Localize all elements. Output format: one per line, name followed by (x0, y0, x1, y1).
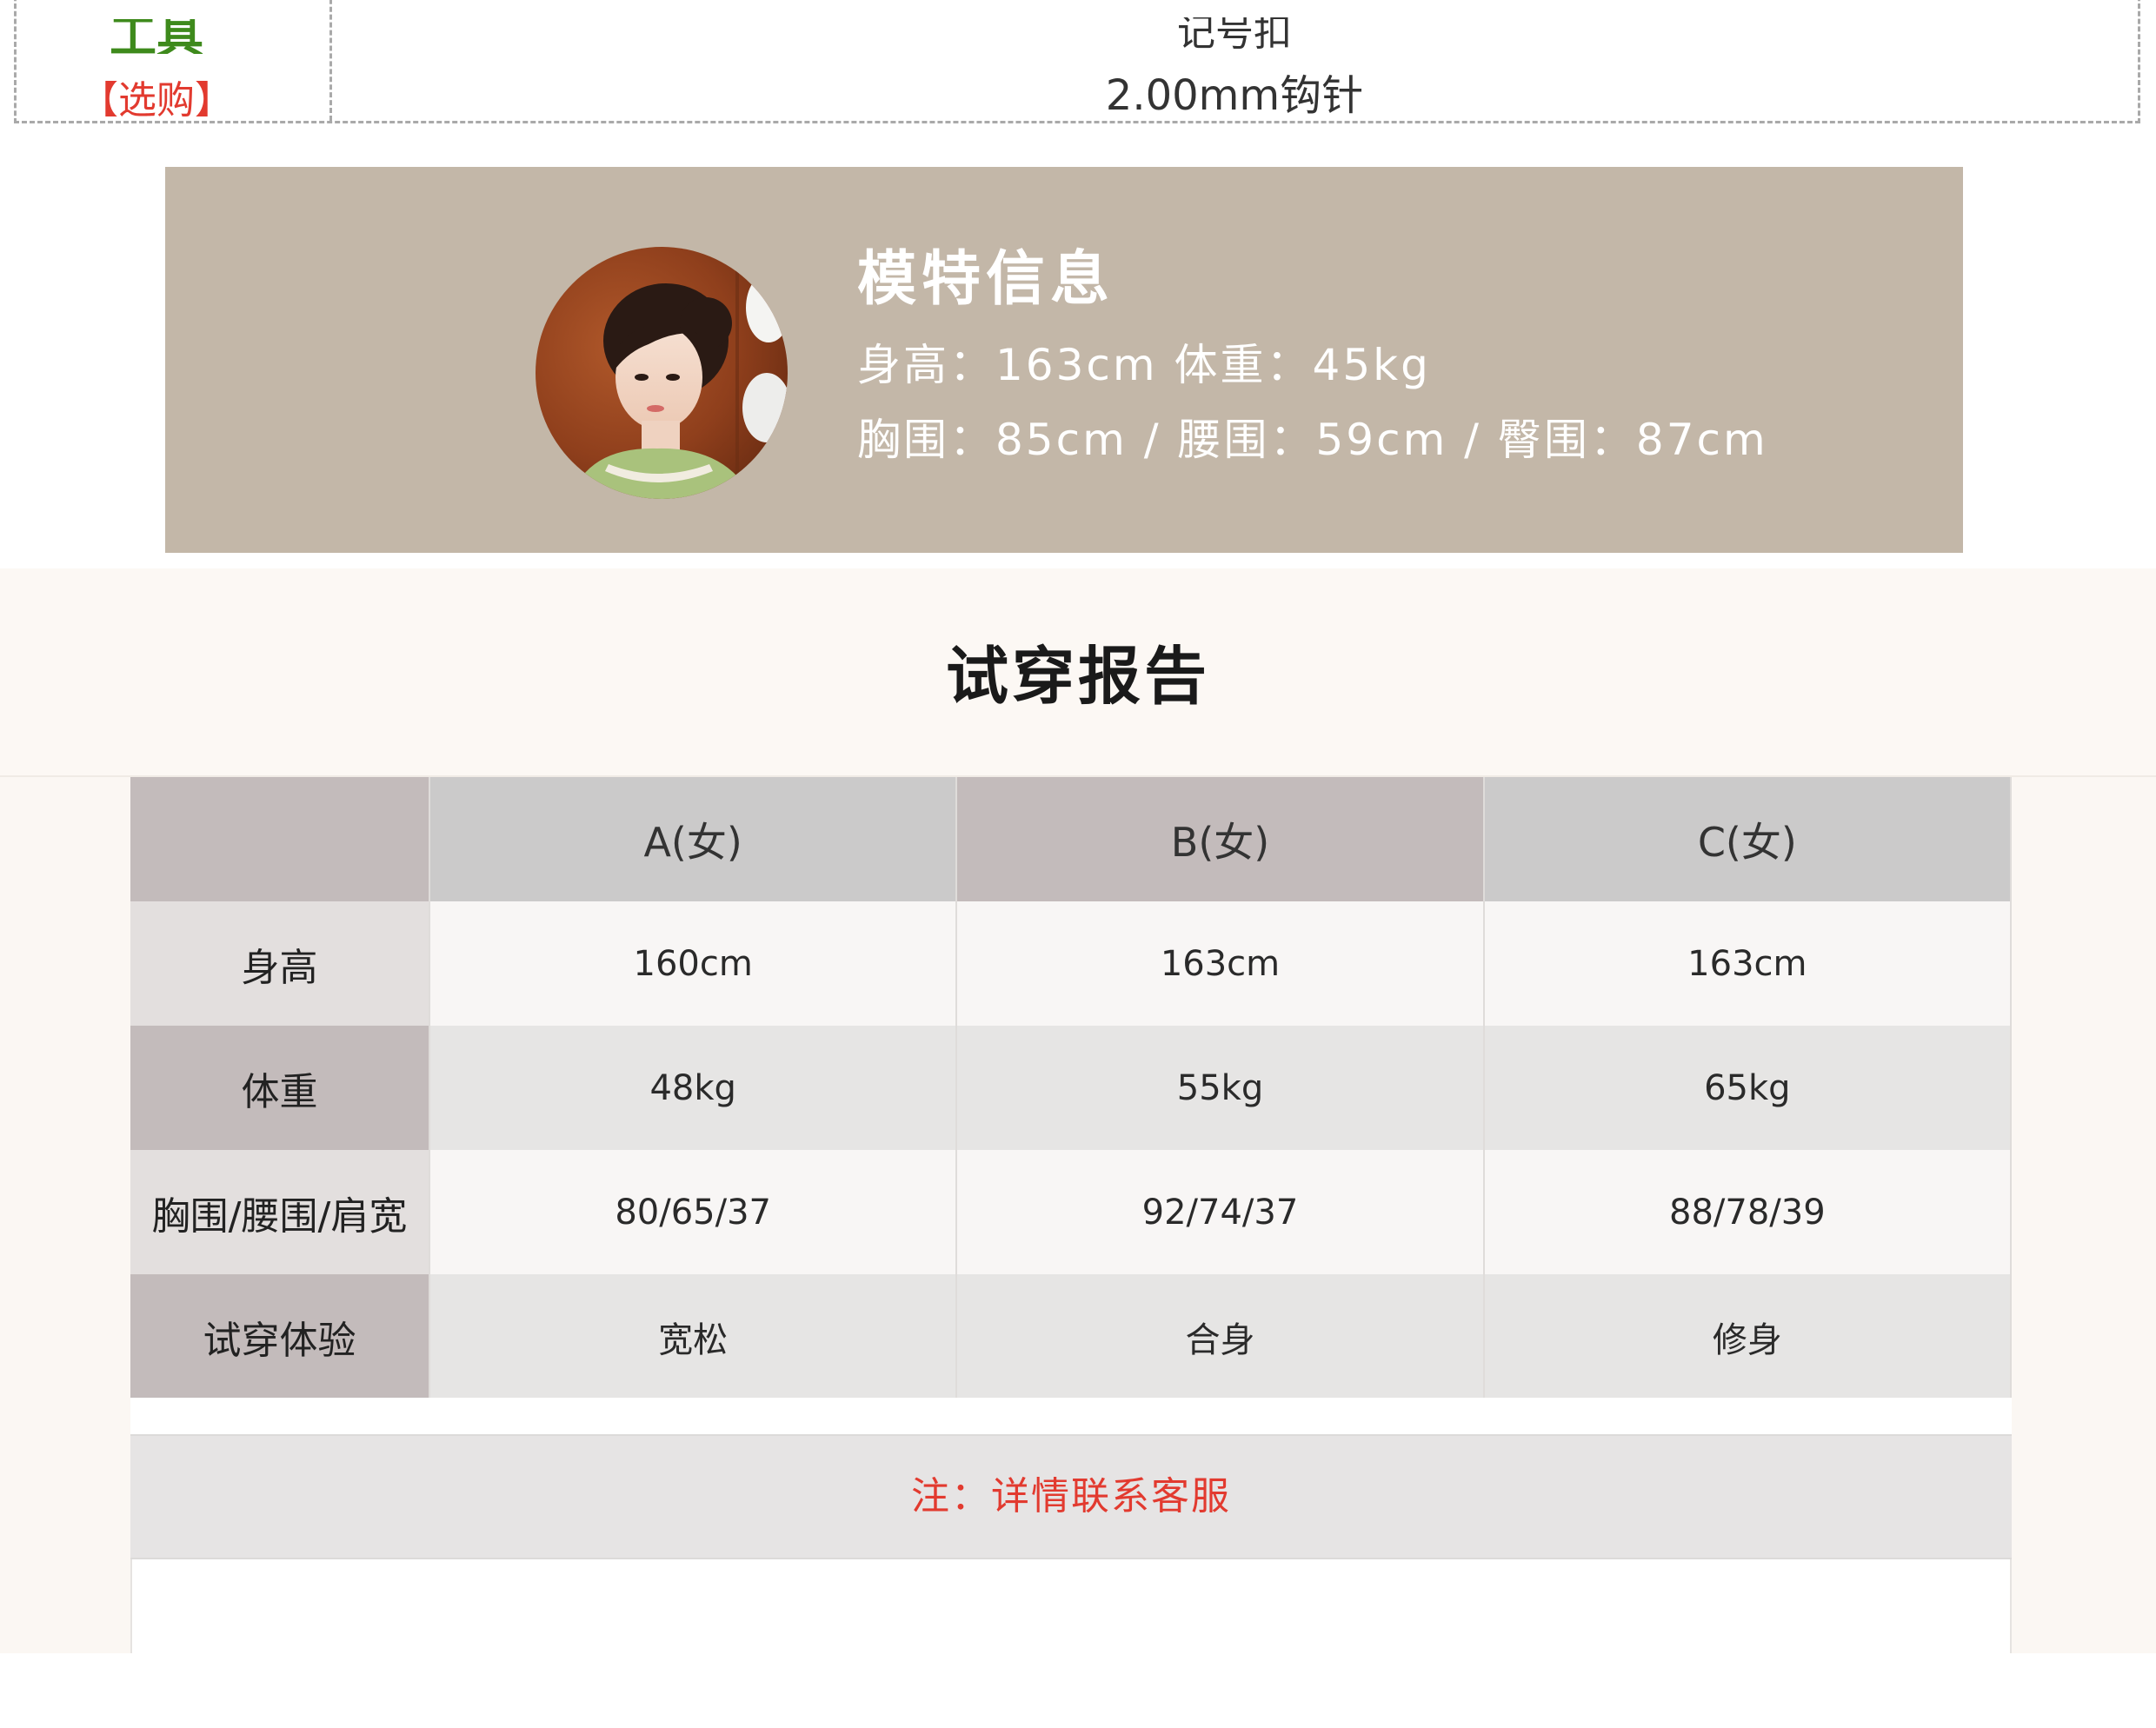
tools-item-marker: 记号扣 (1177, 17, 1292, 49)
table-row: 试穿体验 宽松 合身 修身 (130, 1274, 2013, 1399)
table-header-c: C(女) (1483, 777, 2013, 901)
contact-note: 注：详情联系客服 (130, 1434, 2012, 1559)
table-cell: 48kg (429, 1026, 958, 1150)
model-measurements: 胸围：85cm / 腰围：59cm / 臀围：87cm (857, 415, 1768, 465)
table-cell: 80/65/37 (429, 1150, 958, 1274)
table-header-row: A(女) B(女) C(女) (130, 777, 2013, 901)
table-cell: 合身 (956, 1274, 1485, 1399)
table-cell: 宽松 (429, 1274, 958, 1399)
row-label-fit: 试穿体验 (130, 1274, 430, 1399)
table-cell: 65kg (1483, 1026, 2013, 1150)
model-avatar (536, 247, 788, 499)
model-info-title: 模特信息 (857, 245, 1115, 314)
table-cell: 160cm (429, 901, 958, 1026)
table-cell: 92/74/37 (956, 1150, 1485, 1274)
tools-title: 工具 (110, 19, 203, 54)
table-row: 身高 160cm 163cm 163cm (130, 901, 2013, 1026)
model-height-weight: 身高：163cm 体重：45kg (857, 340, 1431, 390)
table-row: 体重 48kg 55kg 65kg (130, 1026, 2013, 1150)
table-header-corner (130, 777, 430, 901)
table-header-a: A(女) (429, 777, 958, 901)
table-cell: 修身 (1483, 1274, 2013, 1399)
page-footer-space (0, 1653, 2156, 1728)
fitting-report-table: A(女) B(女) C(女) 身高 160cm 163cm 163cm 体重 4… (130, 777, 2013, 1399)
table-cell: 55kg (956, 1026, 1485, 1150)
report-title: 试穿报告 (945, 640, 1210, 713)
table-cell: 163cm (1483, 901, 2013, 1026)
table-cell: 163cm (956, 901, 1485, 1026)
row-label-weight: 体重 (130, 1026, 430, 1150)
table-spacer (130, 1398, 2012, 1434)
row-label-measurements: 胸围/腰围/肩宽 (130, 1150, 430, 1274)
table-cell: 88/78/39 (1483, 1150, 2013, 1274)
row-label-height: 身高 (130, 901, 430, 1026)
model-photo-icon (536, 247, 788, 499)
table-header-b: B(女) (956, 777, 1485, 901)
model-info-banner: 模特信息 身高：163cm 体重：45kg 胸围：85cm / 腰围：59cm … (165, 167, 1963, 553)
table-row: 胸围/腰围/肩宽 80/65/37 92/74/37 88/78/39 (130, 1150, 2013, 1274)
tools-item-hook: 2.00mm钩针 (1105, 71, 1364, 120)
tools-buy-link[interactable]: 【选购】 (0, 71, 313, 130)
section-divider (329, 0, 332, 121)
